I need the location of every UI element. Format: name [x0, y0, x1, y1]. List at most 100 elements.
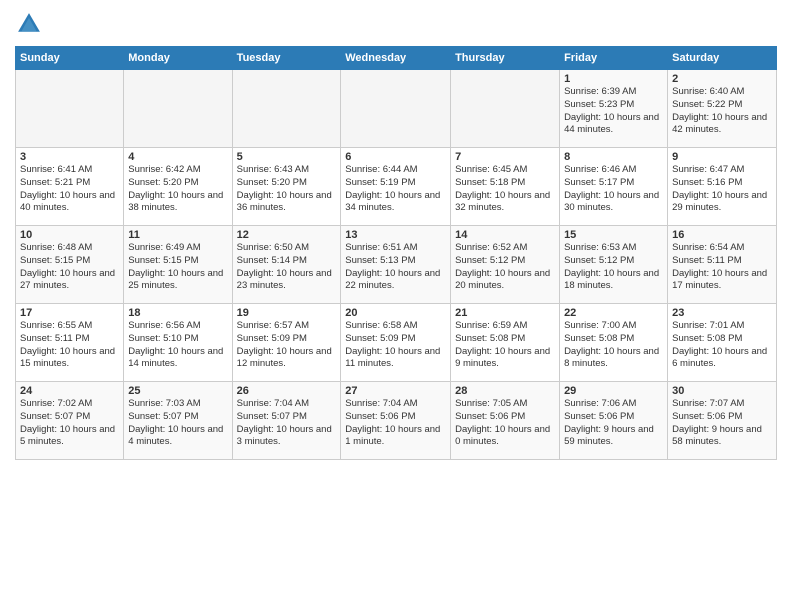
day-number: 10 [20, 229, 119, 241]
day-info: Sunrise: 7:04 AM Sunset: 5:06 PM Dayligh… [345, 398, 446, 449]
day-info: Sunrise: 6:55 AM Sunset: 5:11 PM Dayligh… [20, 320, 119, 371]
day-number: 28 [455, 385, 555, 397]
week-row-2: 3Sunrise: 6:41 AM Sunset: 5:21 PM Daylig… [16, 148, 777, 226]
day-info: Sunrise: 7:02 AM Sunset: 5:07 PM Dayligh… [20, 398, 119, 449]
day-number: 30 [672, 385, 772, 397]
day-number: 11 [128, 229, 227, 241]
day-number: 14 [455, 229, 555, 241]
day-info: Sunrise: 6:46 AM Sunset: 5:17 PM Dayligh… [564, 164, 663, 215]
calendar-cell: 17Sunrise: 6:55 AM Sunset: 5:11 PM Dayli… [16, 304, 124, 382]
weekday-header-friday: Friday [560, 47, 668, 70]
calendar-cell: 30Sunrise: 7:07 AM Sunset: 5:06 PM Dayli… [668, 382, 777, 460]
day-info: Sunrise: 6:44 AM Sunset: 5:19 PM Dayligh… [345, 164, 446, 215]
calendar-cell: 27Sunrise: 7:04 AM Sunset: 5:06 PM Dayli… [341, 382, 451, 460]
calendar-cell: 11Sunrise: 6:49 AM Sunset: 5:15 PM Dayli… [124, 226, 232, 304]
calendar-cell: 19Sunrise: 6:57 AM Sunset: 5:09 PM Dayli… [232, 304, 341, 382]
logo-icon [15, 10, 43, 38]
day-number: 8 [564, 151, 663, 163]
day-info: Sunrise: 6:54 AM Sunset: 5:11 PM Dayligh… [672, 242, 772, 293]
day-info: Sunrise: 7:05 AM Sunset: 5:06 PM Dayligh… [455, 398, 555, 449]
day-info: Sunrise: 6:42 AM Sunset: 5:20 PM Dayligh… [128, 164, 227, 215]
calendar-cell: 16Sunrise: 6:54 AM Sunset: 5:11 PM Dayli… [668, 226, 777, 304]
calendar-cell: 21Sunrise: 6:59 AM Sunset: 5:08 PM Dayli… [451, 304, 560, 382]
calendar-cell [232, 70, 341, 148]
day-info: Sunrise: 6:57 AM Sunset: 5:09 PM Dayligh… [237, 320, 337, 371]
day-number: 26 [237, 385, 337, 397]
calendar-cell: 10Sunrise: 6:48 AM Sunset: 5:15 PM Dayli… [16, 226, 124, 304]
calendar-cell: 5Sunrise: 6:43 AM Sunset: 5:20 PM Daylig… [232, 148, 341, 226]
day-info: Sunrise: 7:00 AM Sunset: 5:08 PM Dayligh… [564, 320, 663, 371]
day-info: Sunrise: 7:06 AM Sunset: 5:06 PM Dayligh… [564, 398, 663, 449]
calendar-cell: 22Sunrise: 7:00 AM Sunset: 5:08 PM Dayli… [560, 304, 668, 382]
day-info: Sunrise: 6:45 AM Sunset: 5:18 PM Dayligh… [455, 164, 555, 215]
calendar-cell: 1Sunrise: 6:39 AM Sunset: 5:23 PM Daylig… [560, 70, 668, 148]
day-number: 27 [345, 385, 446, 397]
day-info: Sunrise: 6:47 AM Sunset: 5:16 PM Dayligh… [672, 164, 772, 215]
day-number: 23 [672, 307, 772, 319]
calendar-cell: 29Sunrise: 7:06 AM Sunset: 5:06 PM Dayli… [560, 382, 668, 460]
day-number: 7 [455, 151, 555, 163]
day-number: 2 [672, 73, 772, 85]
calendar-cell: 13Sunrise: 6:51 AM Sunset: 5:13 PM Dayli… [341, 226, 451, 304]
day-number: 29 [564, 385, 663, 397]
calendar-cell: 2Sunrise: 6:40 AM Sunset: 5:22 PM Daylig… [668, 70, 777, 148]
day-number: 22 [564, 307, 663, 319]
calendar-cell: 15Sunrise: 6:53 AM Sunset: 5:12 PM Dayli… [560, 226, 668, 304]
calendar-cell: 3Sunrise: 6:41 AM Sunset: 5:21 PM Daylig… [16, 148, 124, 226]
day-number: 24 [20, 385, 119, 397]
week-row-4: 17Sunrise: 6:55 AM Sunset: 5:11 PM Dayli… [16, 304, 777, 382]
day-info: Sunrise: 7:01 AM Sunset: 5:08 PM Dayligh… [672, 320, 772, 371]
day-number: 16 [672, 229, 772, 241]
calendar-cell: 12Sunrise: 6:50 AM Sunset: 5:14 PM Dayli… [232, 226, 341, 304]
weekday-header-monday: Monday [124, 47, 232, 70]
calendar-cell: 20Sunrise: 6:58 AM Sunset: 5:09 PM Dayli… [341, 304, 451, 382]
calendar-cell: 4Sunrise: 6:42 AM Sunset: 5:20 PM Daylig… [124, 148, 232, 226]
day-number: 12 [237, 229, 337, 241]
page-container: SundayMondayTuesdayWednesdayThursdayFrid… [0, 0, 792, 612]
week-row-3: 10Sunrise: 6:48 AM Sunset: 5:15 PM Dayli… [16, 226, 777, 304]
weekday-header-tuesday: Tuesday [232, 47, 341, 70]
week-row-1: 1Sunrise: 6:39 AM Sunset: 5:23 PM Daylig… [16, 70, 777, 148]
day-number: 17 [20, 307, 119, 319]
weekday-header-thursday: Thursday [451, 47, 560, 70]
day-number: 4 [128, 151, 227, 163]
header [15, 10, 777, 38]
weekday-header-wednesday: Wednesday [341, 47, 451, 70]
calendar-cell: 9Sunrise: 6:47 AM Sunset: 5:16 PM Daylig… [668, 148, 777, 226]
day-info: Sunrise: 6:48 AM Sunset: 5:15 PM Dayligh… [20, 242, 119, 293]
calendar-cell: 24Sunrise: 7:02 AM Sunset: 5:07 PM Dayli… [16, 382, 124, 460]
day-info: Sunrise: 6:58 AM Sunset: 5:09 PM Dayligh… [345, 320, 446, 371]
day-info: Sunrise: 6:49 AM Sunset: 5:15 PM Dayligh… [128, 242, 227, 293]
calendar-cell: 25Sunrise: 7:03 AM Sunset: 5:07 PM Dayli… [124, 382, 232, 460]
day-info: Sunrise: 7:03 AM Sunset: 5:07 PM Dayligh… [128, 398, 227, 449]
calendar-cell [341, 70, 451, 148]
calendar-cell: 14Sunrise: 6:52 AM Sunset: 5:12 PM Dayli… [451, 226, 560, 304]
calendar-cell [16, 70, 124, 148]
day-info: Sunrise: 6:40 AM Sunset: 5:22 PM Dayligh… [672, 86, 772, 137]
calendar-cell: 6Sunrise: 6:44 AM Sunset: 5:19 PM Daylig… [341, 148, 451, 226]
day-info: Sunrise: 6:56 AM Sunset: 5:10 PM Dayligh… [128, 320, 227, 371]
calendar-cell: 28Sunrise: 7:05 AM Sunset: 5:06 PM Dayli… [451, 382, 560, 460]
day-number: 25 [128, 385, 227, 397]
day-info: Sunrise: 6:51 AM Sunset: 5:13 PM Dayligh… [345, 242, 446, 293]
calendar-cell: 7Sunrise: 6:45 AM Sunset: 5:18 PM Daylig… [451, 148, 560, 226]
weekday-header-sunday: Sunday [16, 47, 124, 70]
day-number: 3 [20, 151, 119, 163]
day-number: 9 [672, 151, 772, 163]
day-info: Sunrise: 6:41 AM Sunset: 5:21 PM Dayligh… [20, 164, 119, 215]
day-number: 13 [345, 229, 446, 241]
day-info: Sunrise: 6:52 AM Sunset: 5:12 PM Dayligh… [455, 242, 555, 293]
day-number: 5 [237, 151, 337, 163]
day-number: 21 [455, 307, 555, 319]
day-number: 15 [564, 229, 663, 241]
calendar-cell [451, 70, 560, 148]
day-info: Sunrise: 6:59 AM Sunset: 5:08 PM Dayligh… [455, 320, 555, 371]
weekday-header-saturday: Saturday [668, 47, 777, 70]
week-row-5: 24Sunrise: 7:02 AM Sunset: 5:07 PM Dayli… [16, 382, 777, 460]
calendar-cell: 8Sunrise: 6:46 AM Sunset: 5:17 PM Daylig… [560, 148, 668, 226]
calendar-cell: 26Sunrise: 7:04 AM Sunset: 5:07 PM Dayli… [232, 382, 341, 460]
day-number: 20 [345, 307, 446, 319]
calendar-table: SundayMondayTuesdayWednesdayThursdayFrid… [15, 46, 777, 460]
day-number: 1 [564, 73, 663, 85]
day-info: Sunrise: 6:50 AM Sunset: 5:14 PM Dayligh… [237, 242, 337, 293]
